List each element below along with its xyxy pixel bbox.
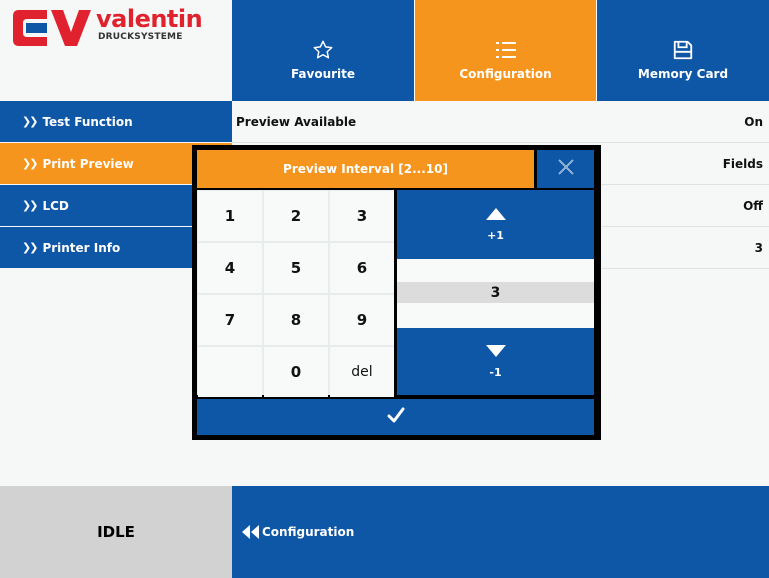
sidebar-item-label: LCD [42, 198, 69, 213]
key-8[interactable]: 8 [264, 295, 328, 345]
double-chevron-right-icon: ❯❯ [22, 199, 39, 212]
floppy-disk-icon [672, 35, 694, 65]
back-to-configuration-button[interactable]: Configuration [232, 486, 769, 578]
sidebar-item-label: Print Preview [42, 156, 134, 171]
favourite-label: Favourite [290, 66, 356, 81]
value-display: 3 [397, 259, 594, 328]
brand-name: valentin [96, 5, 203, 33]
dialog-title: Preview Interval [2...10] [197, 150, 534, 188]
triangle-up-icon [485, 207, 506, 223]
brand-logo: valentin DRUCKSYSTEME [0, 0, 232, 101]
triangle-down-icon [485, 344, 506, 360]
sidebar-item-test-function[interactable]: ❯❯ Test Function [0, 101, 232, 142]
setting-row-preview-available[interactable]: Preview Available On [232, 101, 769, 143]
current-value: 3 [397, 282, 594, 303]
key-3[interactable]: 3 [330, 191, 394, 241]
decrement-button[interactable]: -1 [397, 328, 594, 395]
setting-value: Off [743, 198, 763, 213]
increment-label: +1 [487, 228, 504, 242]
key-blank [198, 347, 262, 397]
list-icon [495, 35, 517, 65]
key-5[interactable]: 5 [264, 243, 328, 293]
key-9[interactable]: 9 [330, 295, 394, 345]
sidebar-item-label: Test Function [42, 114, 133, 129]
double-chevron-right-icon: ❯❯ [22, 241, 39, 254]
close-icon [557, 158, 575, 180]
key-6[interactable]: 6 [330, 243, 394, 293]
key-7[interactable]: 7 [198, 295, 262, 345]
memory-card-label: Memory Card [637, 66, 729, 81]
key-2[interactable]: 2 [264, 191, 328, 241]
key-0[interactable]: 0 [264, 347, 328, 397]
confirm-button[interactable] [197, 399, 594, 435]
decrement-label: -1 [489, 365, 502, 379]
memory-card-button[interactable]: Memory Card [596, 0, 769, 101]
configuration-label: Configuration [459, 66, 552, 81]
sidebar-item-label: Printer Info [42, 240, 121, 255]
brand-subtitle: DRUCKSYSTEME [98, 32, 183, 42]
configuration-button[interactable]: Configuration [414, 0, 596, 101]
cv-logo-mark [13, 10, 91, 46]
double-chevron-right-icon: ❯❯ [22, 157, 39, 170]
numeric-keypad: 1 2 3 4 5 6 7 8 9 0 del [197, 190, 394, 397]
header-bar: valentin DRUCKSYSTEME Favourite Configur… [0, 0, 769, 101]
setting-value: Fields [722, 156, 763, 171]
preview-interval-dialog: Preview Interval [2...10] 1 2 3 4 5 6 7 … [192, 145, 601, 440]
setting-value: 3 [754, 240, 763, 255]
double-chevron-right-icon: ❯❯ [22, 115, 39, 128]
footer-bar: IDLE Configuration [0, 486, 769, 578]
printer-status: IDLE [0, 486, 232, 578]
dialog-close-button[interactable] [537, 150, 594, 188]
double-arrow-left-icon [240, 524, 260, 540]
star-icon [312, 35, 334, 65]
key-1[interactable]: 1 [198, 191, 262, 241]
setting-label: Preview Available [236, 114, 357, 129]
increment-button[interactable]: +1 [397, 190, 594, 259]
setting-value: On [744, 114, 763, 129]
key-4[interactable]: 4 [198, 243, 262, 293]
favourite-button[interactable]: Favourite [232, 0, 414, 101]
back-label: Configuration [262, 525, 355, 539]
key-delete[interactable]: del [330, 347, 394, 397]
checkmark-icon [387, 407, 405, 427]
